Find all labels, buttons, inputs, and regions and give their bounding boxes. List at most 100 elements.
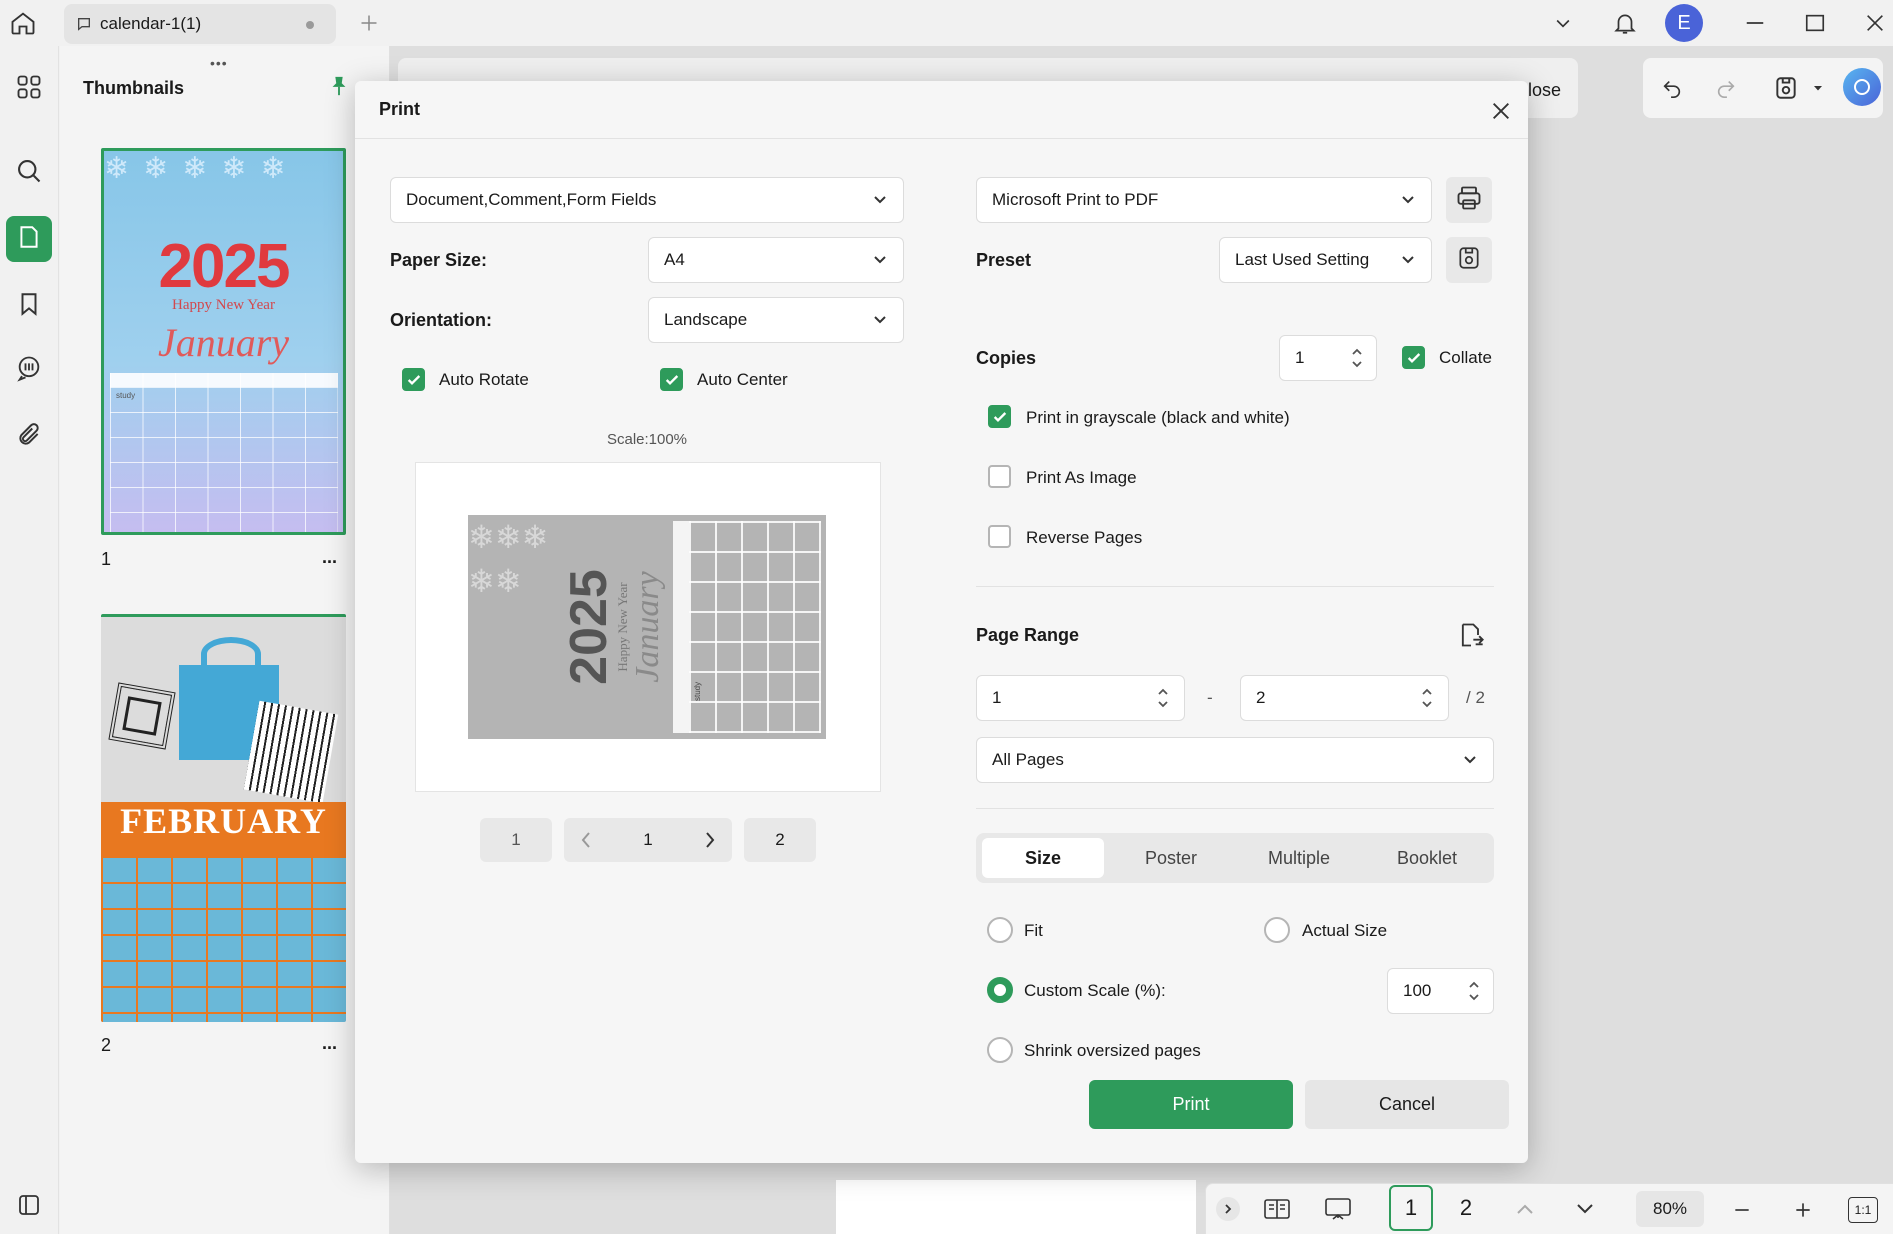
fit-radio[interactable] [987, 917, 1013, 943]
save-icon[interactable] [1770, 72, 1802, 104]
close-label-partial[interactable]: lose [1528, 80, 1561, 101]
printer-properties-button[interactable] [1446, 177, 1492, 223]
tab-size[interactable]: Size [982, 838, 1104, 878]
auto-center-label: Auto Center [697, 370, 788, 389]
page-range-label: Page Range [976, 625, 1080, 645]
document-tab[interactable]: calendar-1(1) [64, 4, 336, 44]
page-range-from[interactable]: 1 [976, 675, 1185, 721]
stepper-arrows-icon[interactable] [1420, 685, 1434, 716]
rail-thumbnails[interactable] [6, 216, 52, 262]
previous-page-up-icon[interactable] [1510, 1196, 1540, 1222]
spiral-square-decoration [108, 682, 176, 750]
last-page-button[interactable]: 2 [744, 818, 816, 862]
dialog-close-icon[interactable] [1484, 94, 1518, 128]
search-icon [15, 157, 43, 190]
home-icon[interactable] [6, 6, 40, 40]
undo-icon[interactable] [1657, 73, 1687, 103]
page-subset-select[interactable]: All Pages [976, 737, 1494, 783]
expand-chevron-icon[interactable] [1216, 1197, 1240, 1221]
zoom-in-icon[interactable] [1788, 1195, 1818, 1225]
thumbnail-page-1[interactable]: ❄❄❄❄❄ 2025 Happy New Year January study [101, 148, 346, 535]
printer-icon [1455, 184, 1483, 217]
thumbnail-1-more-icon[interactable]: ... [322, 547, 337, 568]
panel-drag-handle-icon[interactable]: ••• [210, 55, 228, 71]
orientation-select[interactable]: Landscape [648, 297, 904, 343]
page-range-to[interactable]: 2 [1240, 675, 1449, 721]
preview-calendar-grid: study [673, 521, 821, 733]
two-page-view-icon[interactable] [1261, 1194, 1293, 1224]
rail-grid[interactable] [6, 66, 52, 112]
layout-tabs: Size Poster Multiple Booklet [976, 833, 1494, 883]
paper-size-label: Paper Size: [390, 250, 488, 270]
pin-icon[interactable] [328, 74, 350, 103]
cancel-button[interactable]: Cancel [1305, 1080, 1509, 1129]
rail-search[interactable] [6, 150, 52, 196]
page-2-indicator[interactable]: 2 [1444, 1185, 1488, 1231]
save-options-chevron-icon[interactable] [1810, 80, 1826, 96]
stepper-arrows-icon[interactable] [1467, 978, 1481, 1009]
avatar[interactable]: E [1665, 4, 1703, 42]
stepper-arrows-icon[interactable] [1156, 685, 1170, 716]
save-preset-button[interactable] [1446, 237, 1492, 283]
copies-stepper[interactable]: 1 [1279, 335, 1377, 381]
print-as-image-checkbox[interactable] [988, 465, 1011, 488]
grayscale-checkbox[interactable] [988, 405, 1011, 428]
page-range-swap-icon[interactable] [1454, 618, 1488, 652]
collate-label: Collate [1439, 348, 1492, 367]
preview-snowflakes: ❄❄❄❄❄ [468, 519, 549, 599]
chevron-down-icon[interactable] [1548, 8, 1578, 38]
stepper-arrows-icon[interactable] [1350, 345, 1364, 376]
thumbnail-page-2[interactable]: FEBRUARY [101, 614, 346, 1022]
first-page-button[interactable]: 1 [480, 818, 552, 862]
auto-rotate-checkbox[interactable] [402, 368, 425, 391]
thumbnail-page-number-2: 2 [101, 1035, 112, 1055]
actual-size-radio[interactable] [1264, 917, 1290, 943]
tab-multiple[interactable]: Multiple [1238, 838, 1360, 878]
auto-center-checkbox[interactable] [660, 368, 683, 391]
rail-comments[interactable] [6, 347, 52, 393]
close-window-icon[interactable] [1860, 8, 1890, 38]
prev-page-icon[interactable] [580, 831, 592, 854]
tab-poster[interactable]: Poster [1110, 838, 1232, 878]
layout-icon [17, 1193, 41, 1222]
ai-assistant-icon[interactable] [1843, 68, 1881, 106]
zoom-out-icon[interactable] [1727, 1195, 1757, 1225]
next-page-icon[interactable] [704, 831, 716, 854]
reverse-pages-label: Reverse Pages [1026, 528, 1143, 547]
reverse-pages-checkbox[interactable] [988, 525, 1011, 548]
preview-text-block: 2025 Happy New Year January [560, 525, 666, 729]
actual-size-button[interactable]: 1:1 [1848, 1197, 1878, 1223]
rail-settings[interactable] [6, 1184, 52, 1230]
print-button[interactable]: Print [1089, 1080, 1293, 1129]
custom-scale-stepper[interactable]: 100 [1387, 968, 1494, 1014]
next-page-down-icon[interactable] [1570, 1196, 1600, 1222]
thumb1-note: study [116, 391, 136, 400]
collate-checkbox[interactable] [1402, 346, 1425, 369]
thumbnail-page-number-1: 1 [101, 549, 112, 569]
maximize-icon[interactable] [1800, 8, 1830, 38]
print-content-select[interactable]: Document,Comment,Form Fields [390, 177, 904, 223]
snowflake-decoration-icon: ❄❄❄❄❄ [104, 152, 300, 185]
paper-size-select[interactable]: A4 [648, 237, 904, 283]
notification-bell-icon[interactable] [1608, 6, 1642, 40]
shrink-oversized-label: Shrink oversized pages [1024, 1041, 1201, 1060]
rail-bookmarks[interactable] [6, 283, 52, 329]
chevron-down-icon [1402, 256, 1414, 264]
shrink-oversized-radio[interactable] [987, 1037, 1013, 1063]
tab-booklet[interactable]: Booklet [1366, 838, 1488, 878]
presentation-icon[interactable] [1321, 1194, 1355, 1224]
thumbnails-title: Thumbnails [83, 78, 185, 98]
preset-select[interactable]: Last Used Setting [1219, 237, 1432, 283]
zoom-level[interactable]: 80% [1636, 1191, 1704, 1227]
new-tab-plus-icon[interactable] [354, 8, 384, 38]
redo-icon[interactable] [1711, 73, 1741, 103]
print-as-image-label: Print As Image [1026, 468, 1137, 487]
page-1-indicator[interactable]: 1 [1389, 1185, 1433, 1231]
printer-select[interactable]: Microsoft Print to PDF [976, 177, 1432, 223]
rail-attachments[interactable] [6, 414, 52, 460]
minimize-icon[interactable] [1740, 8, 1770, 38]
thumbnail-2-more-icon[interactable]: ... [322, 1033, 337, 1054]
custom-scale-radio[interactable] [987, 977, 1013, 1003]
current-page-value[interactable]: 1 [643, 830, 652, 850]
preview-year: 2025 [560, 569, 618, 685]
